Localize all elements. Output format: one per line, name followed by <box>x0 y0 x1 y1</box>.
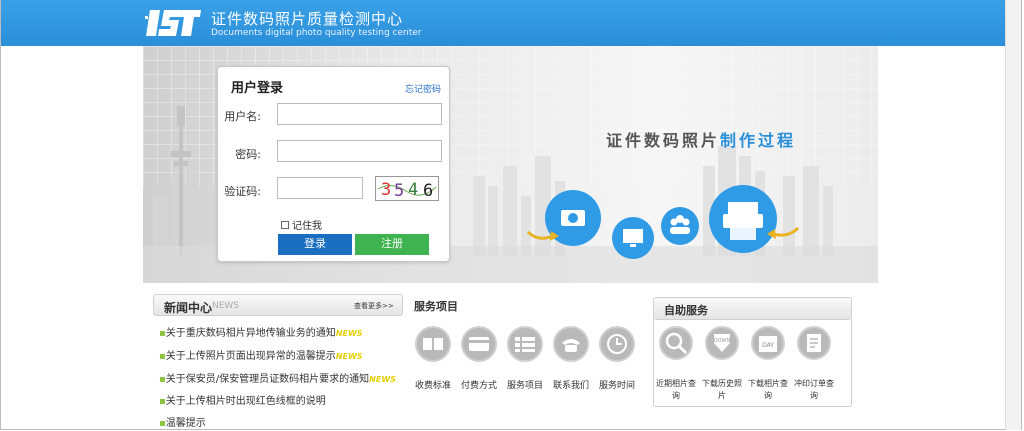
service-label[interactable]: 服务时间 <box>593 378 641 391</box>
self-service-label[interactable]: 冲印订单查询 <box>794 378 834 402</box>
svg-text:5: 5 <box>394 181 404 200</box>
site-header: 证件数码照片质量检测中心 Documents digital photo qua… <box>1 0 1021 46</box>
news-item-text[interactable]: 关于上传照片页面出现异常的温馨提示 <box>166 351 336 362</box>
self-service-label[interactable]: 下载历史照片 <box>702 378 742 402</box>
svg-text:4: 4 <box>408 180 418 200</box>
download-query-icon[interactable]: DAY <box>751 326 785 360</box>
username-label: 用户名: <box>224 110 261 123</box>
banner-title-part2: 制作过程 <box>720 131 797 150</box>
download-history-icon[interactable]: DOWN <box>705 326 739 360</box>
news-new-tag: NEWS <box>369 375 396 384</box>
news-item[interactable]: ▪关于上传相片时出现红色线框的说明 <box>159 392 326 407</box>
news-item-text[interactable]: 关于保安员/保安管理员证数码相片要求的通知 <box>166 374 369 385</box>
forgot-password-link[interactable]: 忘记密码 <box>405 82 441 95</box>
captcha-image[interactable]: 3 5 4 6 <box>375 176 439 201</box>
service-label[interactable]: 服务项目 <box>501 378 549 391</box>
remember-label: 记住我 <box>292 221 322 232</box>
download-icon-text: DOWN <box>714 338 731 344</box>
news-item[interactable]: ▪温馨提示 <box>159 414 206 429</box>
services-title: 服务项目 <box>414 300 458 313</box>
login-panel: 用户登录 忘记密码 <box>217 66 450 262</box>
login-title: 用户登录 <box>231 81 284 96</box>
ist-logo[interactable] <box>144 8 202 38</box>
news-item-text[interactable]: 关于重庆数码相片异地传输业务的通知 <box>166 328 336 339</box>
news-title-en: NEWS <box>212 301 240 311</box>
news-title: 新闻中心 <box>164 301 213 315</box>
captcha-label: 验证码: <box>224 185 261 198</box>
self-service-label[interactable]: 近期相片查询 <box>656 378 696 402</box>
payment-method-icon[interactable] <box>461 326 497 362</box>
captcha-input[interactable] <box>277 177 363 199</box>
news-header: 新闻中心 NEWS 查看更多>> <box>153 294 403 316</box>
news-item-text[interactable]: 关于上传相片时出现红色线框的说明 <box>166 396 326 407</box>
news-panel: 新闻中心 NEWS 查看更多>> <box>153 294 403 316</box>
vertical-scrollbar[interactable] <box>1005 0 1021 430</box>
service-time-icon[interactable] <box>599 326 635 362</box>
news-new-tag: NEWS <box>335 329 363 338</box>
username-input[interactable] <box>277 103 442 125</box>
svg-text:6: 6 <box>423 181 433 200</box>
service-label[interactable]: 联系我们 <box>547 378 595 391</box>
contact-us-icon[interactable] <box>553 326 589 362</box>
print-order-query-icon[interactable] <box>797 326 831 360</box>
news-item[interactable]: ▪关于重庆数码相片异地传输业务的通知NEWS <box>159 324 363 339</box>
fee-standard-icon[interactable] <box>415 326 451 362</box>
service-label[interactable]: 收费标准 <box>409 378 457 391</box>
recent-photo-query-icon[interactable] <box>659 326 693 360</box>
banner-title: 证件数码照片制作过程 <box>606 127 796 151</box>
site-title: 证件数码照片质量检测中心 <box>211 10 404 28</box>
remember-checkbox[interactable] <box>281 220 289 229</box>
news-new-tag: NEWS <box>335 352 363 361</box>
users-icon <box>661 207 699 245</box>
self-service-label[interactable]: 下载相片查询 <box>748 378 788 402</box>
password-input[interactable] <box>277 140 442 162</box>
remember-me[interactable]: 记住我 <box>281 217 322 232</box>
self-service-header: 自助服务 <box>654 298 851 320</box>
banner-title-part1: 证件数码照片 <box>606 131 721 150</box>
news-more-link[interactable]: 查看更多>> <box>354 301 394 311</box>
password-label: 密码: <box>235 148 261 161</box>
news-item-text[interactable]: 温馨提示 <box>166 418 206 429</box>
register-button[interactable]: 注册 <box>355 234 429 255</box>
login-button[interactable]: 登录 <box>278 234 352 255</box>
self-service-title: 自助服务 <box>664 304 708 317</box>
service-label[interactable]: 付费方式 <box>455 378 503 391</box>
site-subtitle: Documents digital photo quality testing … <box>211 28 422 38</box>
news-item[interactable]: ▪关于保安员/保安管理员证数码相片要求的通知NEWS <box>159 370 396 385</box>
svg-text:3: 3 <box>381 180 391 200</box>
service-items-icon[interactable] <box>507 326 543 362</box>
news-item[interactable]: ▪关于上传照片页面出现异常的温馨提示NEWS <box>159 347 363 362</box>
day-icon-text: DAY <box>762 342 774 349</box>
